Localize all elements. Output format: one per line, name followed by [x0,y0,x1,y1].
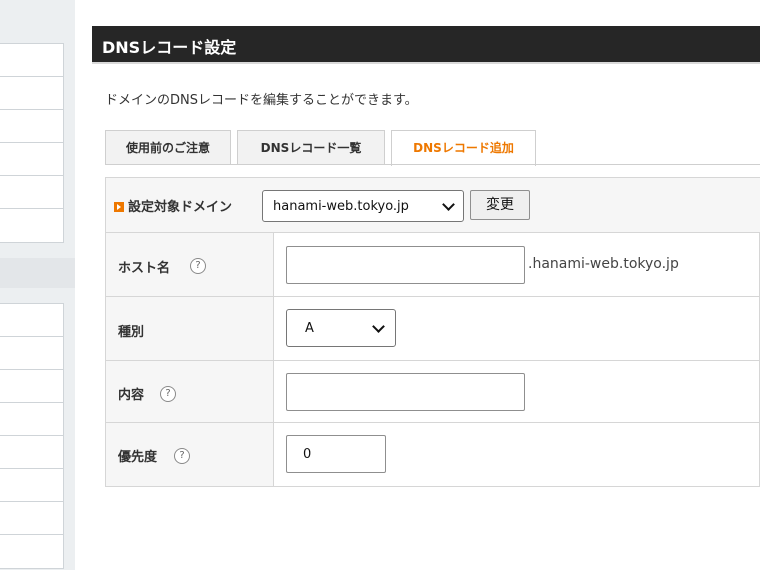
host-name-label: ホスト名 [118,261,171,276]
host-name-suffix: .hanami-web.tokyo.jp [528,256,679,272]
record-type-row: 種別 A [106,297,760,361]
sidebar-item[interactable] [0,110,63,143]
domain-selector-label: 設定対象ドメイン [114,196,232,215]
main-panel: DNSレコード設定 ドメインのDNSレコードを編集することができます。 使用前の… [92,0,760,570]
host-name-row: ホスト名 ? .hanami-web.tokyo.jp [106,233,760,297]
priority-label-cell: 優先度 ? [106,423,274,486]
record-content-row: 内容 ? [106,361,760,423]
sidebar-item[interactable] [0,502,63,535]
sidebar [0,0,75,570]
domain-selector-row: 設定対象ドメイン hanami-web.tokyo.jp 変更 [106,178,760,233]
sidebar-item[interactable] [0,77,63,110]
record-content-input[interactable] [286,373,525,411]
page-title: DNSレコード設定 [102,38,237,57]
sidebar-item[interactable] [0,337,63,370]
priority-row: 優先度 ? 0 [106,423,760,486]
domain-selector-label-text: 設定対象ドメイン [128,200,233,215]
tab-divider [105,164,760,165]
question-circle-icon[interactable]: ? [174,448,190,464]
sidebar-item[interactable] [0,469,63,502]
sidebar-item[interactable] [0,403,63,436]
sidebar-menu-group-1 [0,43,64,243]
host-name-input[interactable] [286,246,525,284]
page-description: ドメインのDNSレコードを編集することができます。 [105,93,418,108]
question-circle-icon[interactable]: ? [190,258,206,274]
record-type-select-value: A [305,321,314,336]
sidebar-item[interactable] [0,143,63,176]
sidebar-item[interactable] [0,209,63,242]
sidebar-menu-group-2 [0,303,64,569]
sidebar-item[interactable] [0,44,63,77]
question-circle-icon[interactable]: ? [160,386,176,402]
sidebar-item[interactable] [0,436,63,469]
chevron-down-icon [372,320,385,333]
priority-label: 優先度 [118,450,158,465]
dns-record-form: 設定対象ドメイン hanami-web.tokyo.jp 変更 ホスト名 ? .… [105,177,760,487]
sidebar-item[interactable] [0,304,63,337]
priority-input-value: 0 [303,447,312,462]
sidebar-section-header [0,258,75,288]
tab-dns-record-add[interactable]: DNSレコード追加 [391,130,536,166]
record-type-label: 種別 [118,325,145,340]
sidebar-item[interactable] [0,370,63,403]
record-content-label-cell: 内容 ? [106,361,274,422]
record-type-label-cell: 種別 [106,297,274,360]
tab-precautions[interactable]: 使用前のご注意 [105,130,231,164]
change-domain-button[interactable]: 変更 [470,190,530,220]
domain-select[interactable]: hanami-web.tokyo.jp [262,190,464,222]
chevron-down-icon [442,198,455,211]
panel-title-bar: DNSレコード設定 [92,26,760,64]
sidebar-item[interactable] [0,535,63,568]
sidebar-item[interactable] [0,176,63,209]
host-name-label-cell: ホスト名 ? [106,233,274,296]
record-content-label: 内容 [118,388,145,403]
priority-input[interactable]: 0 [286,435,386,473]
domain-select-value: hanami-web.tokyo.jp [273,199,409,214]
record-type-select[interactable]: A [286,309,396,347]
orange-arrow-icon [114,202,124,212]
tab-dns-record-list[interactable]: DNSレコード一覧 [237,130,385,164]
